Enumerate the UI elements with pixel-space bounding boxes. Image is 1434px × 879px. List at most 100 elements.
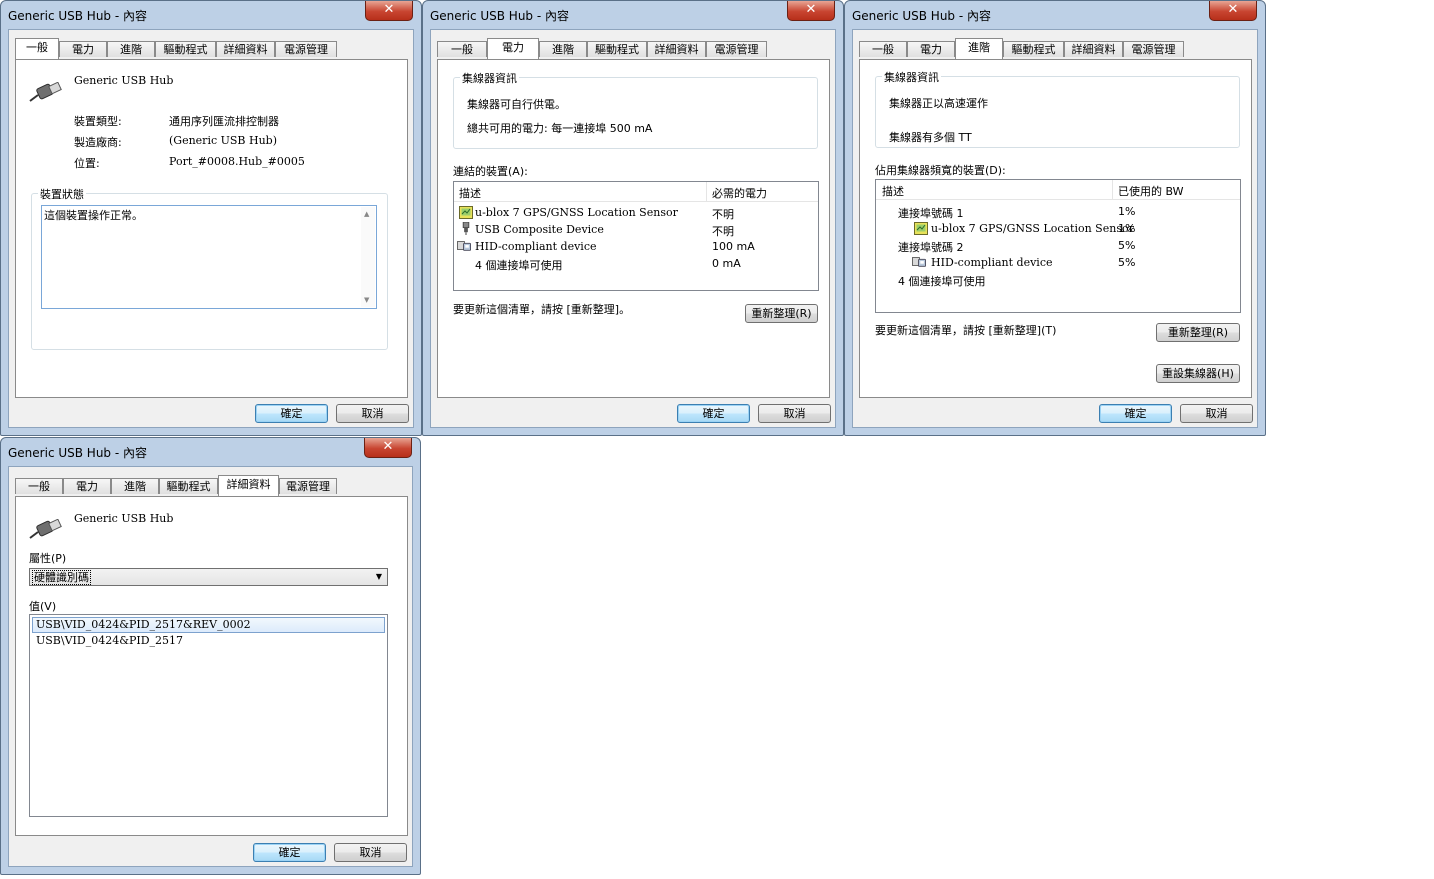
- location-label: 位置:: [74, 157, 100, 170]
- column-description[interactable]: 描述: [882, 183, 904, 199]
- window-title: Generic USB Hub - 內容: [8, 9, 148, 23]
- device-power: 不明: [712, 208, 734, 221]
- refresh-hint: 要更新這個清單，請按 [重新整理](T): [875, 324, 1057, 337]
- tab-general[interactable]: 一般: [15, 38, 59, 59]
- tab-advanced[interactable]: 進階: [111, 478, 159, 494]
- device-type-value: 通用序列匯流排控制器: [169, 115, 279, 128]
- scroll-down-icon[interactable]: ▼: [364, 296, 369, 304]
- ok-button[interactable]: 確定: [253, 843, 326, 862]
- list-item[interactable]: USB\VID_0424&PID_2517: [36, 634, 183, 647]
- tab-power[interactable]: 電力: [59, 41, 107, 57]
- device-power: 0 mA: [712, 257, 741, 270]
- tab-power-management[interactable]: 電源管理: [279, 478, 337, 494]
- table-row[interactable]: 4 個連接埠可使用: [876, 271, 1240, 288]
- manufacturer-label: 製造廠商:: [74, 136, 122, 149]
- table-row[interactable]: u-blox 7 GPS/GNSS Location Sensor 不明: [454, 204, 818, 221]
- tab-power-management[interactable]: 電源管理: [1123, 41, 1184, 57]
- property-select[interactable]: 硬體識別碼 ▼: [29, 568, 388, 586]
- device-status-label: 裝置狀態: [38, 186, 86, 202]
- device-name: Generic USB Hub: [74, 74, 174, 87]
- device-name: HID-compliant device: [931, 256, 1053, 269]
- tab-power[interactable]: 電力: [487, 38, 539, 59]
- cancel-button[interactable]: 取消: [334, 843, 407, 862]
- connected-devices-list[interactable]: 描述 必需的電力 u-blox 7 GPS/GNSS Location Sens…: [453, 181, 819, 291]
- property-label: 屬性(P): [29, 552, 67, 565]
- connected-devices-label: 連結的裝置(A):: [453, 165, 528, 178]
- device-name: 4 個連接埠可使用: [475, 259, 563, 272]
- available-power-text: 總共可用的電力: 每一連接埠 500 mA: [467, 122, 653, 135]
- close-button[interactable]: ✕: [364, 438, 412, 458]
- scroll-up-icon[interactable]: ▲: [364, 210, 369, 218]
- device-status-text: 這個裝置操作正常。: [44, 209, 143, 222]
- tab-driver[interactable]: 驅動程式: [159, 478, 218, 494]
- tab-details[interactable]: 詳細資料: [216, 41, 275, 57]
- window-title: Generic USB Hub - 內容: [852, 9, 992, 23]
- tab-advanced[interactable]: 進階: [107, 41, 155, 57]
- close-button[interactable]: ✕: [1209, 1, 1257, 21]
- list-item[interactable]: USB\VID_0424&PID_2517&REV_0002: [36, 618, 251, 631]
- table-row[interactable]: HID-compliant device 100 mA: [454, 238, 818, 255]
- cancel-button[interactable]: 取消: [758, 404, 831, 423]
- tab-driver[interactable]: 驅動程式: [1003, 41, 1064, 57]
- title-bar[interactable]: Generic USB Hub - 內容 ✕: [423, 1, 843, 27]
- table-row[interactable]: 連接埠號碼 2 5%: [876, 237, 1240, 254]
- tab-general[interactable]: 一般: [437, 41, 487, 57]
- hid-device-icon: [912, 257, 926, 267]
- title-bar[interactable]: Generic USB Hub - 內容 ✕: [1, 438, 420, 464]
- bandwidth-value: 5%: [1118, 256, 1136, 269]
- tab-power[interactable]: 電力: [63, 478, 111, 494]
- usb-device-icon: [462, 222, 470, 235]
- tab-general[interactable]: 一般: [859, 41, 907, 57]
- bandwidth-value: 1%: [1118, 205, 1136, 218]
- hub-info-group: 集線器資訊 集線器可自行供電。 總共可用的電力: 每一連接埠 500 mA: [453, 70, 818, 149]
- reset-hub-button[interactable]: 重設集線器(H): [1156, 364, 1240, 383]
- title-bar[interactable]: Generic USB Hub - 內容 ✕: [845, 1, 1265, 27]
- tab-panel: 集線器資訊 集線器正以高速運作 集線器有多個 TT 佔用集線器頻寬的裝置(D):…: [859, 59, 1252, 398]
- ok-button[interactable]: 確定: [677, 404, 750, 423]
- value-list[interactable]: USB\VID_0424&PID_2517&REV_0002 USB\VID_0…: [29, 614, 388, 817]
- close-button[interactable]: ✕: [787, 1, 835, 21]
- table-row[interactable]: 連接埠號碼 1 1%: [876, 203, 1240, 220]
- close-button[interactable]: ✕: [365, 1, 413, 21]
- port-name: 連接埠號碼 1: [898, 207, 964, 220]
- self-powered-text: 集線器可自行供電。: [467, 98, 566, 111]
- device-name: HID-compliant device: [475, 240, 597, 253]
- tab-details[interactable]: 詳細資料: [647, 41, 706, 57]
- table-row[interactable]: HID-compliant device 5%: [876, 254, 1240, 271]
- table-row[interactable]: USB Composite Device 不明: [454, 221, 818, 238]
- status-scrollbar[interactable]: ▲ ▼: [361, 207, 375, 307]
- ok-button[interactable]: 確定: [1099, 404, 1172, 423]
- tab-driver[interactable]: 驅動程式: [155, 41, 216, 57]
- cancel-button[interactable]: 取消: [1180, 404, 1253, 423]
- device-status-textbox[interactable]: 這個裝置操作正常。 ▲ ▼: [41, 205, 377, 309]
- tab-details[interactable]: 詳細資料: [1064, 41, 1123, 57]
- tab-driver[interactable]: 驅動程式: [587, 41, 647, 57]
- window-title: Generic USB Hub - 內容: [8, 446, 148, 460]
- bandwidth-value: 1%: [1118, 222, 1136, 235]
- tab-power-management[interactable]: 電源管理: [275, 41, 337, 57]
- device-power: 不明: [712, 225, 734, 238]
- refresh-button[interactable]: 重新整理(R): [1156, 323, 1240, 342]
- window-general: Generic USB Hub - 內容 ✕ 一般 電力 進階 驅動程式 詳細資…: [0, 0, 422, 436]
- bandwidth-devices-list[interactable]: 描述 已使用的 BW 連接埠號碼 1 1% u-blox 7 GPS/GNSS …: [875, 179, 1241, 313]
- tab-advanced[interactable]: 進階: [955, 38, 1003, 59]
- tab-advanced[interactable]: 進階: [539, 41, 587, 57]
- column-power-required[interactable]: 必需的電力: [712, 185, 767, 201]
- table-row[interactable]: u-blox 7 GPS/GNSS Location Sensor 1%: [876, 220, 1240, 237]
- column-description[interactable]: 描述: [459, 185, 481, 201]
- column-bandwidth-used[interactable]: 已使用的 BW: [1118, 183, 1184, 199]
- table-row[interactable]: 4 個連接埠可使用 0 mA: [454, 255, 818, 272]
- cancel-button[interactable]: 取消: [336, 404, 409, 423]
- device-name: Generic USB Hub: [74, 512, 174, 525]
- chevron-down-icon[interactable]: ▼: [371, 569, 387, 585]
- tab-general[interactable]: 一般: [15, 478, 63, 494]
- tab-details[interactable]: 詳細資料: [218, 475, 279, 496]
- list-header: 描述 已使用的 BW: [876, 180, 1240, 200]
- ok-button[interactable]: 確定: [255, 404, 328, 423]
- title-bar[interactable]: Generic USB Hub - 內容 ✕: [1, 1, 421, 27]
- refresh-button[interactable]: 重新整理(R): [745, 304, 818, 323]
- device-name: u-blox 7 GPS/GNSS Location Sensor: [475, 206, 678, 219]
- window-advanced: Generic USB Hub - 內容 ✕ 一般 電力 進階 驅動程式 詳細資…: [844, 0, 1266, 436]
- tab-power[interactable]: 電力: [907, 41, 955, 57]
- tab-power-management[interactable]: 電源管理: [706, 41, 767, 57]
